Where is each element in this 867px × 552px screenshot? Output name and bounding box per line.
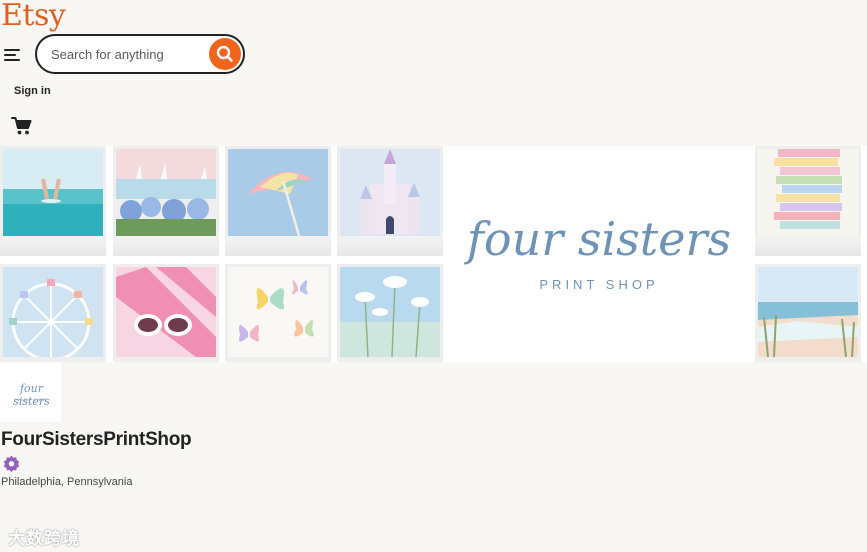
star-seller-icon[interactable]: [3, 455, 20, 472]
umbrella-artwork: [228, 149, 328, 239]
watermark: 大数跨境: [8, 529, 80, 548]
hamburger-menu-icon[interactable]: [4, 48, 20, 62]
shop-name: FourSistersPrintShop: [1, 429, 192, 450]
etsy-logo[interactable]: Etsy: [1, 0, 66, 33]
banner-print-ferris-wheel: [0, 264, 106, 362]
etsy-shop-page: Etsy Sign in: [0, 0, 867, 552]
banner-print-beach: [755, 264, 861, 362]
banner-print-butterflies: [225, 264, 331, 362]
brand-subtitle: PRINT SHOP: [539, 277, 659, 292]
sign-in-link[interactable]: Sign in: [14, 85, 51, 97]
banner-print-sailboats: [113, 146, 219, 256]
beach-artwork: [758, 267, 858, 357]
ferris-wheel-artwork: [3, 267, 103, 357]
shop-avatar[interactable]: four sisters PRINT SHOP: [0, 362, 63, 422]
banner-print-wildflowers: [337, 264, 443, 362]
search-button[interactable]: [209, 38, 241, 70]
wildflowers-artwork: [340, 267, 440, 357]
search-icon: [216, 45, 233, 62]
sunglasses-artwork: [116, 267, 216, 357]
avatar-subtitle: PRINT SHOP: [14, 397, 49, 402]
search-input[interactable]: [51, 44, 206, 64]
swimmer-artwork: [3, 149, 103, 239]
sailboats-artwork: [116, 149, 216, 239]
brand-script-text: four sisters: [466, 212, 732, 266]
avatar-script-text: four sisters: [13, 382, 50, 408]
banner-print-sunglasses: [113, 264, 219, 362]
banner-print-swimmer: [0, 146, 106, 256]
books-artwork: [758, 149, 858, 239]
shop-location: Philadelphia, Pennsylvania: [1, 476, 133, 488]
banner-print-umbrella: [225, 146, 331, 256]
castle-artwork: [340, 149, 440, 239]
search-bar: [35, 34, 245, 74]
banner-brand-logo: four sisters PRINT SHOP: [445, 146, 753, 362]
banner-print-castle: [337, 146, 443, 256]
banner-print-books: [755, 146, 861, 256]
cart-icon[interactable]: [11, 116, 33, 136]
butterflies-artwork: [228, 267, 328, 357]
shop-banner: four sisters PRINT SHOP: [0, 146, 867, 362]
